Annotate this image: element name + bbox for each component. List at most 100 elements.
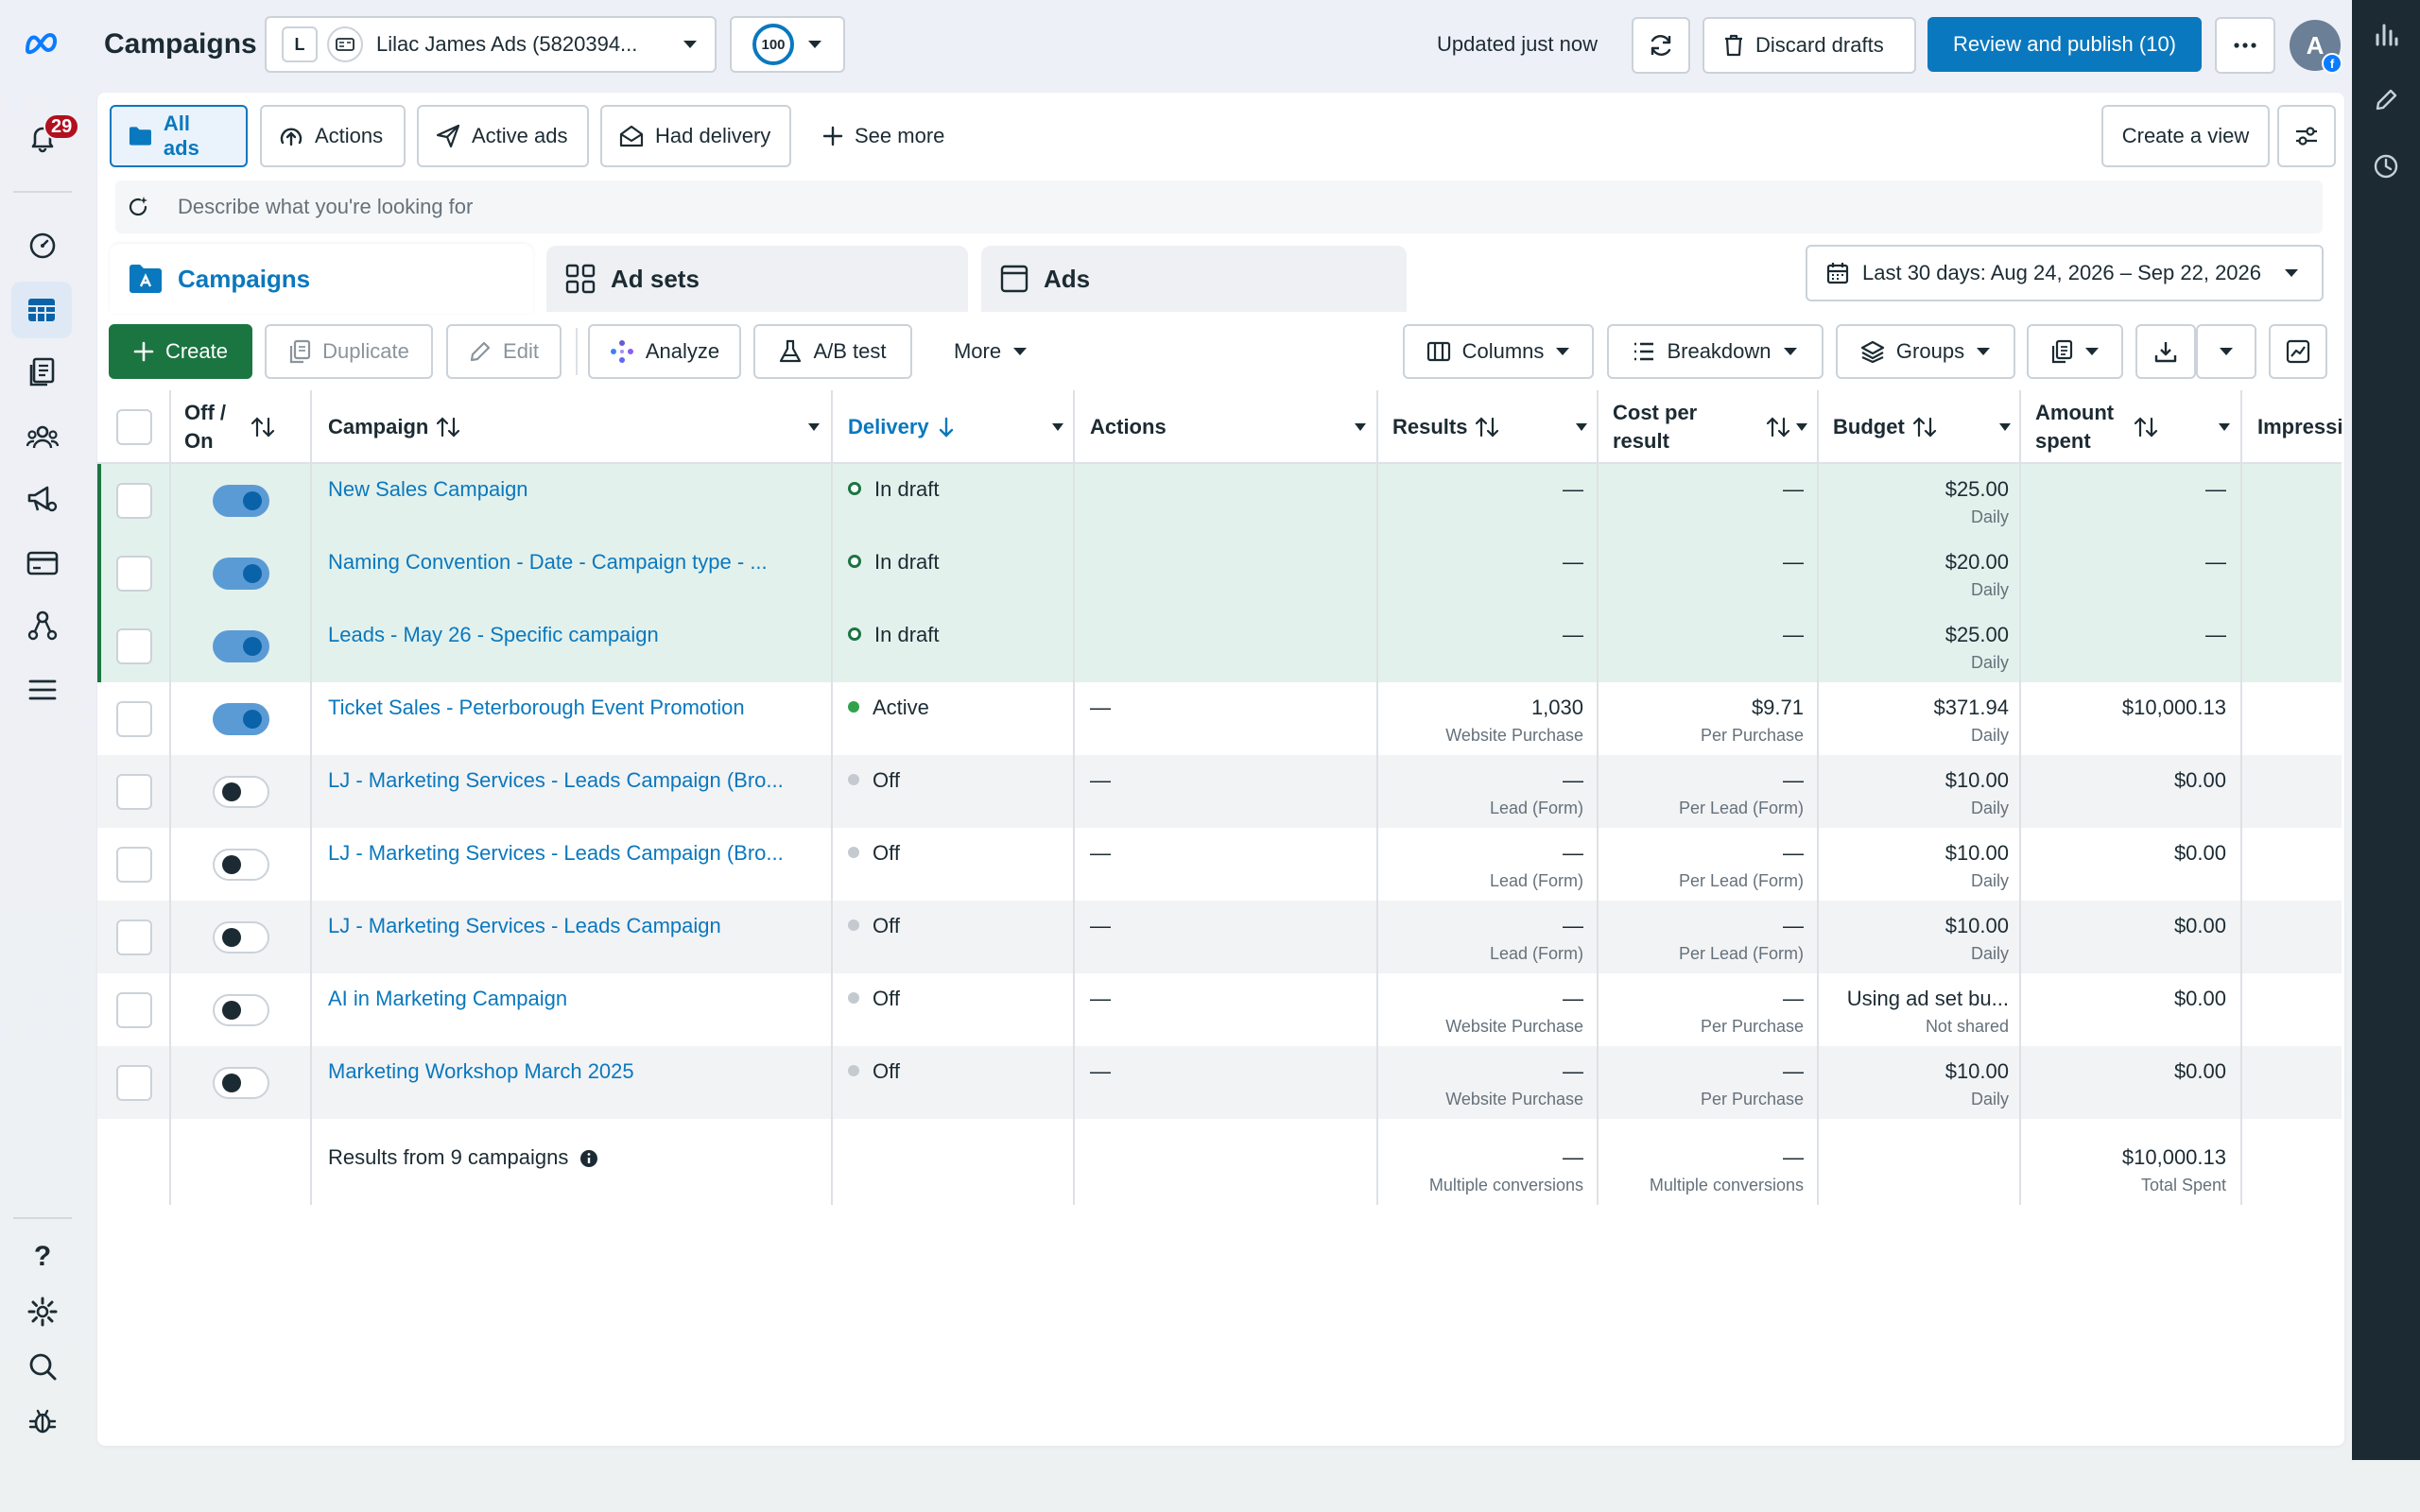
campaign-name-link[interactable]: Marketing Workshop March 2025 [328,1059,634,1084]
select-all-checkbox[interactable] [116,409,152,445]
table-row[interactable]: Ticket Sales - Peterborough Event Promot… [97,682,2342,755]
table-row[interactable]: AI in Marketing Campaign Off — — Website Pur… [97,973,2342,1046]
duplicate-button[interactable]: Duplicate [265,324,433,379]
info-icon[interactable] [579,1149,598,1168]
budget-cell[interactable]: $10.00 Daily [1833,841,2009,891]
table-row[interactable]: LJ - Marketing Services - Leads Campaign… [97,755,2342,828]
campaign-name-link[interactable]: AI in Marketing Campaign [328,987,567,1011]
audiences-people-icon[interactable] [24,418,61,455]
see-more-views-button[interactable]: See more [804,105,964,167]
history-clock-icon[interactable] [2367,147,2405,185]
column-header-results[interactable]: Results [1392,390,1587,464]
more-actions-dropdown[interactable]: More [925,324,1057,379]
edit-pencil-icon[interactable] [2367,81,2405,119]
opportunity-score-selector[interactable]: 100 [730,16,845,73]
groups-dropdown[interactable]: Groups [1836,324,2015,379]
view-active-ads[interactable]: Active ads [417,105,589,167]
dashboard-gauge-icon[interactable] [24,227,61,265]
campaign-toggle[interactable] [213,994,269,1026]
discard-drafts-button[interactable]: Discard drafts [1703,17,1916,74]
tab-ads[interactable]: Ads [981,246,1407,312]
describe-search-bar[interactable]: Describe what you're looking for [115,180,2323,233]
budget-cell[interactable]: $25.00 Daily [1833,477,2009,527]
columns-dropdown[interactable]: Columns [1403,324,1594,379]
table-row[interactable]: New Sales Campaign In draft — — $25.00 Daily — [97,464,2342,537]
budget-cell[interactable]: $25.00 Daily [1833,623,2009,673]
billing-card-icon[interactable] [24,544,61,582]
meta-logo-icon[interactable] [24,25,61,62]
bar-chart-icon[interactable] [2367,15,2405,53]
edit-button[interactable]: Edit [446,324,562,379]
ads-manager-table-icon[interactable] [11,282,72,338]
campaign-toggle[interactable] [213,776,269,808]
search-icon[interactable] [24,1348,61,1385]
campaign-name-link[interactable]: LJ - Marketing Services - Leads Campaign… [328,768,784,793]
budget-cell[interactable]: $10.00 Daily [1833,914,2009,964]
more-options-button[interactable] [2215,17,2275,74]
row-checkbox[interactable] [116,992,152,1028]
create-button[interactable]: Create [109,324,252,379]
campaign-toggle[interactable] [213,558,269,590]
events-manager-nodes-icon[interactable] [24,607,61,644]
table-row[interactable]: Naming Convention - Date - Campaign type… [97,537,2342,610]
campaign-name-link[interactable]: New Sales Campaign [328,477,528,502]
table-row[interactable]: LJ - Marketing Services - Leads Campaign… [97,901,2342,973]
charts-toggle-button[interactable] [2269,324,2327,379]
campaign-toggle[interactable] [213,630,269,662]
budget-cell[interactable]: Using ad set bu... Not shared [1833,987,2009,1037]
campaign-toggle[interactable] [213,1067,269,1099]
refresh-button[interactable] [1632,17,1690,74]
campaign-toggle[interactable] [213,703,269,735]
column-header-delivery[interactable]: Delivery [848,390,1063,464]
column-header-campaign[interactable]: Campaign [328,390,820,464]
row-checkbox[interactable] [116,919,152,955]
column-header-budget[interactable]: Budget [1833,390,2011,464]
budget-cell[interactable]: $371.94 Daily [1833,696,2009,746]
campaign-name-link[interactable]: LJ - Marketing Services - Leads Campaign… [328,841,784,866]
column-header-amount-spent[interactable]: Amount spent [2035,390,2230,464]
row-checkbox[interactable] [116,483,152,519]
campaign-name-link[interactable]: LJ - Marketing Services - Leads Campaign [328,914,721,938]
export-button[interactable] [2135,324,2196,379]
row-checkbox[interactable] [116,628,152,664]
reports-dropdown[interactable] [2027,324,2123,379]
campaign-name-link[interactable]: Ticket Sales - Peterborough Event Promot… [328,696,745,720]
campaign-name-link[interactable]: Naming Convention - Date - Campaign type… [328,550,768,575]
report-bug-icon[interactable] [24,1402,61,1440]
tab-campaigns[interactable]: Campaigns [110,244,533,314]
all-tools-menu-icon[interactable] [24,671,61,709]
view-had-delivery[interactable]: Had delivery [600,105,791,167]
view-settings-button[interactable] [2277,105,2336,167]
megaphone-settings-icon[interactable] [24,480,61,518]
help-question-icon[interactable]: ? [24,1238,61,1276]
column-header-cost-per-result[interactable]: Cost per result [1613,390,1807,464]
breakdown-dropdown[interactable]: Breakdown [1607,324,1824,379]
budget-cell[interactable]: $20.00 Daily [1833,550,2009,600]
view-actions[interactable]: Actions [260,105,406,167]
catalog-pages-icon[interactable] [24,353,61,391]
view-all-ads[interactable]: All ads [110,105,248,167]
settings-gear-icon[interactable] [24,1293,61,1331]
table-row[interactable]: Marketing Workshop March 2025 Off — — Websit… [97,1046,2342,1119]
review-and-publish-button[interactable]: Review and publish (10) [1927,17,2202,72]
ad-account-selector[interactable]: L Lilac James Ads (5820394... [265,16,717,73]
analyze-button[interactable]: Analyze [588,324,741,379]
row-checkbox[interactable] [116,701,152,737]
column-header-impressions[interactable]: Impressi [2257,390,2342,464]
create-a-view-button[interactable]: Create a view [2101,105,2270,167]
column-header-actions[interactable]: Actions [1090,390,1366,464]
row-checkbox[interactable] [116,1065,152,1101]
tab-ad-sets[interactable]: Ad sets [546,246,968,312]
column-header-off-on[interactable]: Off / On [184,390,307,464]
campaign-name-link[interactable]: Leads - May 26 - Specific campaign [328,623,659,647]
campaign-toggle[interactable] [213,921,269,954]
table-row[interactable]: Leads - May 26 - Specific campaign In dra… [97,610,2342,682]
row-checkbox[interactable] [116,847,152,883]
row-checkbox[interactable] [116,774,152,810]
campaign-toggle[interactable] [213,849,269,881]
export-options-dropdown[interactable] [2196,324,2256,379]
budget-cell[interactable]: $10.00 Daily [1833,1059,2009,1109]
row-checkbox[interactable] [116,556,152,592]
budget-cell[interactable]: $10.00 Daily [1833,768,2009,818]
table-row[interactable]: LJ - Marketing Services - Leads Campaign… [97,828,2342,901]
